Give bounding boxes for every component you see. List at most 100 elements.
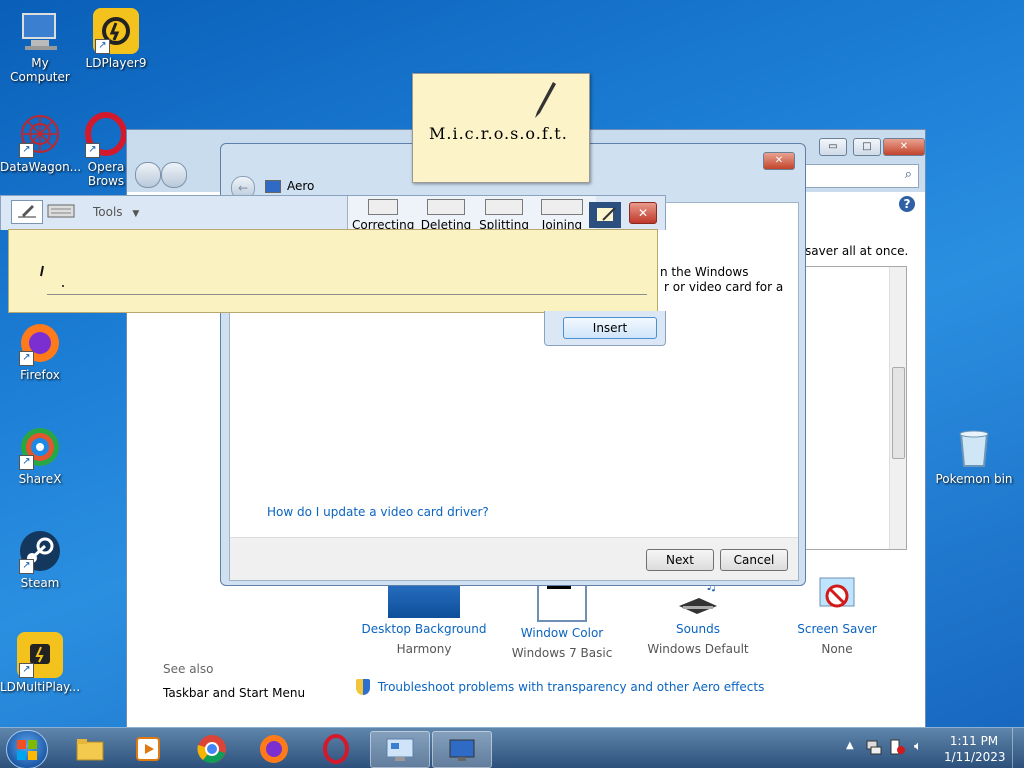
desktop-icon-datawagon[interactable]: ↗ DataWagon... — [0, 112, 82, 174]
partial-description: saver all at once. — [805, 244, 909, 258]
opera-icon: ↗ — [83, 112, 129, 158]
media-player-icon — [136, 736, 160, 761]
desktop-icon-label: DataWagon... — [0, 160, 82, 174]
help-icon[interactable]: ? — [899, 196, 915, 212]
dialog-close-button[interactable]: ✕ — [763, 152, 795, 170]
see-also-heading: See also — [163, 662, 214, 676]
ldmultiplayer-icon: ↗ — [17, 632, 63, 678]
driver-update-link[interactable]: How do I update a video card driver? — [267, 505, 489, 519]
tab-joining[interactable]: Joining — [536, 196, 588, 232]
input-panel-close-button[interactable]: ✕ — [629, 202, 657, 224]
keyboard-icon[interactable] — [45, 200, 77, 222]
feature-value: Harmony — [396, 642, 452, 656]
feature-value: None — [821, 642, 853, 656]
troubleshoot-link[interactable]: Troubleshoot problems with transparency … — [378, 680, 765, 694]
gesture-tabs: Correcting Deleting Splitting Joining — [347, 196, 596, 232]
search-box[interactable]: ⌕ — [803, 164, 919, 188]
forward-nav-button[interactable] — [161, 162, 187, 188]
desktop-icon-sharex[interactable]: ↗ ShareX — [0, 424, 80, 486]
back-nav-button[interactable] — [135, 162, 161, 188]
tab-deleting[interactable]: Deleting — [420, 196, 472, 232]
shortcut-arrow-icon: ↗ — [19, 455, 34, 470]
dialog-text-line2: r or video card for a — [664, 280, 784, 294]
vertical-scrollbar[interactable] — [889, 267, 906, 549]
scrollbar-thumb[interactable] — [892, 367, 905, 459]
feature-screen-saver[interactable]: Screen Saver None — [767, 576, 907, 656]
display-icon — [449, 739, 475, 761]
desktop-icon-steam[interactable]: ↗ Steam — [0, 528, 80, 590]
network-icon[interactable] — [866, 739, 882, 755]
desktop-icon-label: LDMultiPlay... — [0, 680, 81, 694]
desktop-icon-label: LDPlayer9 — [85, 56, 147, 70]
volume-icon[interactable]: 🔈︎ — [914, 739, 932, 755]
input-panel-toolbar: Tools ▼ Correcting Deleting Splitting Jo… — [0, 195, 666, 232]
taskbar-start-menu-link[interactable]: Taskbar and Start Menu — [163, 686, 305, 700]
writing-pad-icon[interactable] — [11, 200, 43, 224]
feature-desktop-background[interactable]: Desktop Background Harmony — [354, 576, 494, 656]
windows-logo-icon — [17, 739, 37, 760]
taskbar-media-player[interactable] — [122, 731, 174, 766]
shortcut-arrow-icon: ↗ — [85, 143, 100, 158]
feature-value: Windows 7 Basic — [511, 646, 613, 660]
desktop-icon-my-computer[interactable]: My Computer — [0, 8, 80, 84]
aero-app-icon — [265, 180, 281, 193]
desktop-icon-ldmultiplayer[interactable]: ↗ LDMultiPlay... — [0, 632, 80, 694]
feature-value: Windows Default — [647, 642, 749, 656]
writing-area[interactable] — [8, 229, 658, 313]
feature-name: Window Color — [520, 626, 604, 640]
desktop-icon-ldplayer9[interactable]: ↗ LDPlayer9 — [76, 8, 156, 70]
insert-button[interactable]: Insert — [563, 317, 657, 339]
tab-correcting[interactable]: Correcting — [352, 196, 414, 232]
feature-name: Sounds — [675, 622, 721, 636]
desktop-icon-label: Firefox — [20, 368, 60, 382]
help-pen-icon[interactable] — [589, 202, 621, 228]
shortcut-arrow-icon: ↗ — [19, 143, 34, 158]
taskbar-explorer[interactable] — [64, 731, 116, 766]
feature-sounds[interactable]: ♫ Sounds Windows Default — [628, 576, 768, 656]
desktop-icon-recycle-bin[interactable]: Pokemon bin — [934, 424, 1014, 486]
datawagon-icon: ↗ — [17, 112, 63, 158]
shortcut-arrow-icon: ↗ — [19, 559, 34, 574]
steam-icon: ↗ — [17, 528, 63, 574]
ink-strokes — [40, 265, 64, 287]
desktop-icon-label: ShareX — [18, 472, 62, 486]
show-hidden-icons[interactable]: ▲ — [846, 740, 854, 751]
input-panel-bottom: Insert — [0, 311, 666, 346]
writing-baseline — [47, 294, 647, 295]
joining-icon — [541, 199, 583, 215]
taskbar-opera[interactable] — [310, 731, 362, 766]
folder-icon — [76, 738, 104, 760]
tab-splitting[interactable]: Splitting — [478, 196, 530, 232]
desktop-icon-label: Pokemon bin — [935, 472, 1013, 486]
taskbar-control-panel[interactable] — [370, 731, 430, 768]
correcting-icon — [368, 199, 398, 215]
show-desktop-button[interactable] — [1012, 728, 1024, 768]
screen-saver-icon — [814, 576, 860, 618]
clock[interactable]: 1:11 PM 1/11/2023 — [944, 733, 1006, 765]
troubleshoot-row[interactable]: Troubleshoot problems with transparency … — [356, 679, 764, 695]
shield-icon — [356, 679, 370, 695]
firefox-icon — [260, 734, 288, 763]
start-button[interactable] — [6, 730, 48, 768]
tools-menu[interactable]: Tools ▼ — [93, 205, 139, 219]
taskbar-firefox[interactable] — [248, 731, 300, 766]
maximize-button[interactable]: □ — [853, 138, 881, 156]
dialog-footer: Next Cancel — [230, 537, 798, 580]
action-center-icon[interactable] — [890, 739, 906, 755]
close-button[interactable]: ✕ — [883, 138, 925, 156]
minimize-button[interactable]: ▭ — [819, 138, 847, 156]
taskbar-chrome[interactable] — [186, 731, 238, 766]
feature-window-color[interactable]: Window Color Windows 7 Basic — [492, 576, 632, 660]
tablet-input-panel: Tools ▼ Correcting Deleting Splitting Jo… — [0, 195, 666, 346]
chrome-icon — [197, 734, 226, 763]
feature-name: Screen Saver — [797, 622, 877, 636]
theme-list-scroll — [805, 266, 907, 550]
taskbar-personalization[interactable] — [432, 731, 492, 768]
next-button[interactable]: Next — [646, 549, 714, 571]
ldplayer-icon: ↗ — [93, 8, 139, 54]
tools-label: Tools — [93, 205, 123, 219]
search-icon: ⌕ — [904, 167, 912, 182]
cancel-button[interactable]: Cancel — [720, 549, 788, 571]
shortcut-arrow-icon: ↗ — [19, 351, 34, 366]
dialog-text-line1: n the Windows — [660, 265, 749, 279]
